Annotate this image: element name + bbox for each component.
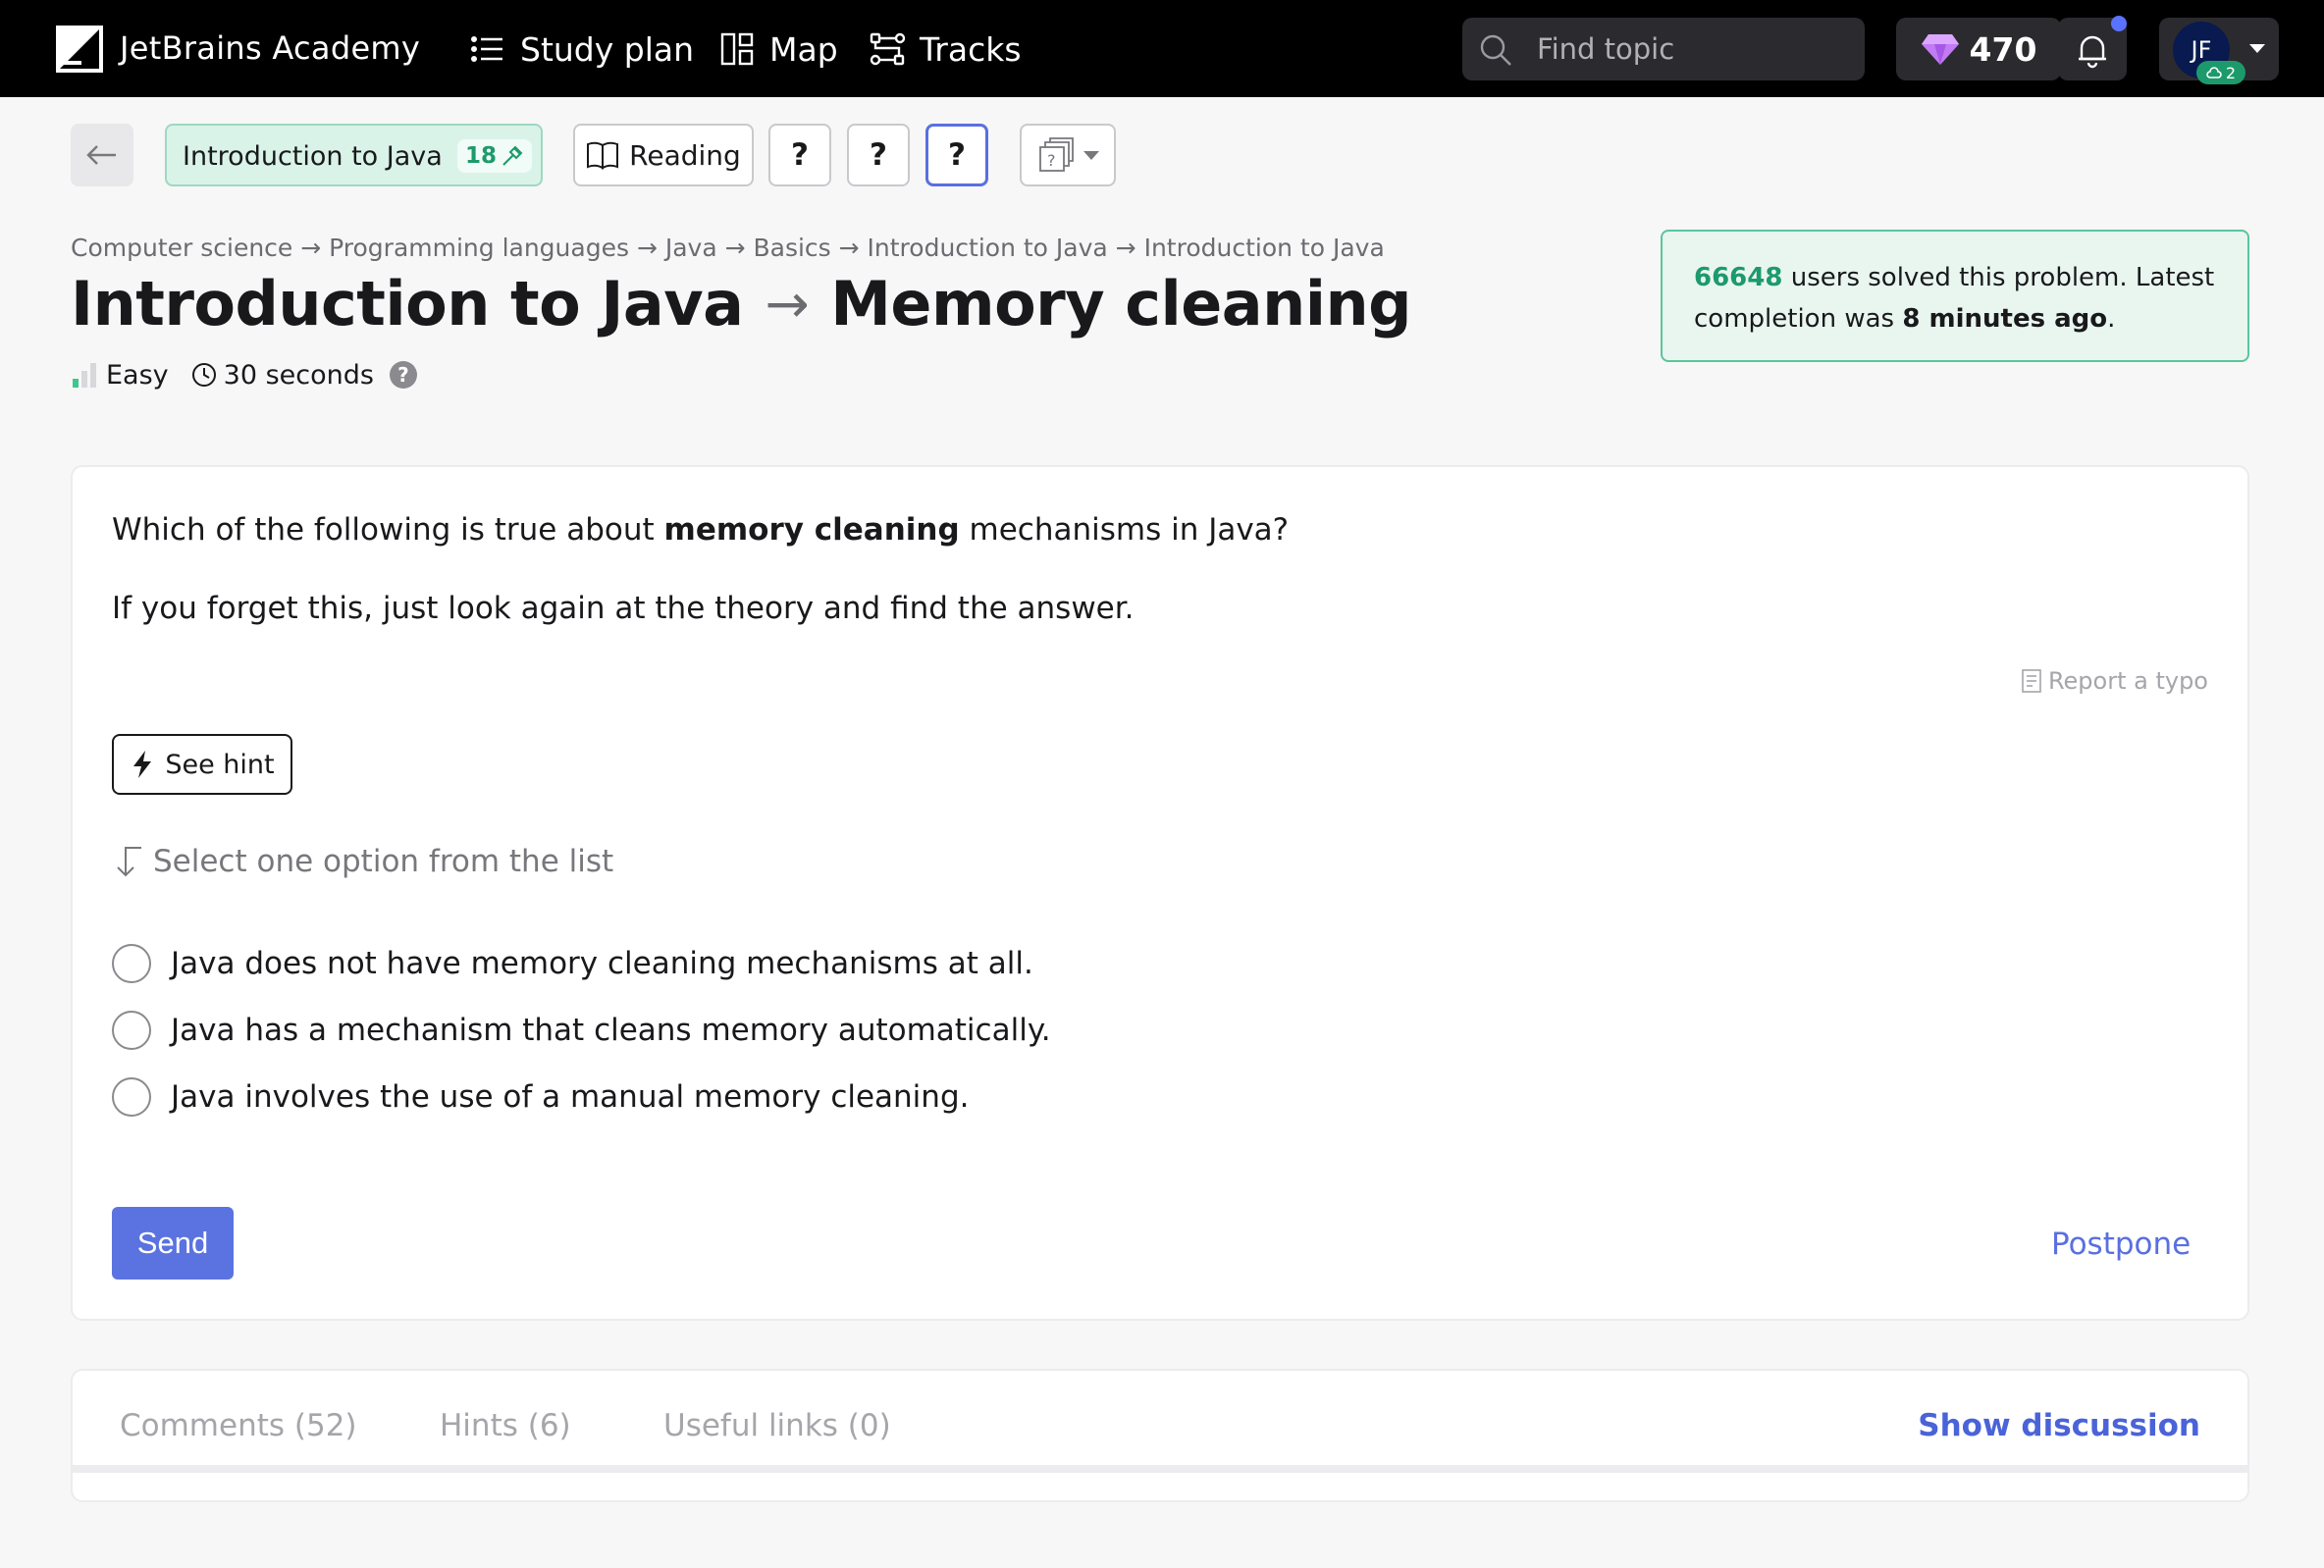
bell-icon — [2079, 35, 2106, 69]
jetbrains-logo-icon[interactable] — [56, 26, 103, 73]
report-typo-link[interactable]: Report a typo — [2021, 667, 2208, 695]
document-icon — [2022, 669, 2041, 693]
question-text: Which of the following is true about mem… — [112, 512, 1289, 548]
reading-button[interactable]: Reading — [573, 124, 754, 186]
back-button[interactable] — [71, 124, 133, 186]
book-icon — [587, 141, 619, 170]
top-navigation-bar: JetBrains Academy Study plan Map Tracks — [0, 0, 2324, 97]
radio-button[interactable] — [112, 1077, 151, 1117]
step-button-2[interactable]: ? — [847, 124, 910, 186]
breadcrumb[interactable]: Computer science → Programming languages… — [71, 234, 1385, 262]
nav-study-plan-label: Study plan — [520, 29, 695, 69]
tabs-divider — [73, 1465, 2247, 1473]
solved-count: 66648 — [1694, 263, 1783, 292]
nav-tracks[interactable]: Tracks — [869, 26, 1022, 73]
show-discussion-button[interactable]: Show discussion — [1918, 1408, 2200, 1443]
lightning-icon — [133, 751, 152, 778]
arrow-down-turn-icon — [117, 847, 141, 877]
discussion-panel: Comments (52) Hints (6) Useful links (0)… — [71, 1369, 2249, 1502]
stacked-questions-icon: ? — [1039, 137, 1074, 172]
latest-completion-time: 8 minutes ago — [1902, 304, 2108, 334]
answer-option[interactable]: Java has a mechanism that cleans memory … — [112, 1011, 1051, 1050]
answer-option-label: Java has a mechanism that cleans memory … — [171, 1013, 1051, 1048]
tab-useful-links[interactable]: Useful links (0) — [663, 1408, 891, 1443]
solved-text-end: . — [2107, 304, 2116, 334]
question-text-start: Which of the following is true about — [112, 512, 664, 548]
brand-name[interactable]: JetBrains Academy — [120, 29, 420, 67]
question-subtext: If you forget this, just look again at t… — [112, 591, 1135, 626]
tab-comments[interactable]: Comments (52) — [120, 1408, 357, 1443]
nav-map-label: Map — [769, 29, 838, 69]
gems-counter[interactable]: 470 — [1896, 18, 2061, 80]
notifications-button[interactable] — [2058, 16, 2127, 80]
postpone-link[interactable]: Postpone — [2051, 1227, 2191, 1262]
search-icon — [1480, 34, 1511, 66]
chevron-down-icon[interactable] — [2249, 44, 2265, 53]
solved-stats-box: 66648 users solved this problem. Latest … — [1661, 230, 2249, 362]
page-title-topic[interactable]: Introduction to Java — [71, 268, 744, 340]
answer-option[interactable]: Java involves the use of a manual memory… — [112, 1077, 969, 1117]
notification-dot — [2111, 16, 2127, 31]
difficulty-label: Easy — [106, 359, 169, 391]
tab-hints[interactable]: Hints (6) — [440, 1408, 571, 1443]
nav-map[interactable]: Map — [718, 26, 838, 73]
search-box[interactable] — [1462, 18, 1865, 80]
radio-button[interactable] — [112, 944, 151, 983]
more-steps-dropdown[interactable]: ? — [1020, 124, 1116, 186]
see-hint-button[interactable]: See hint — [112, 734, 292, 795]
problem-meta: Easy 30 seconds ? — [71, 357, 417, 392]
gem-icon — [1921, 34, 1959, 65]
answer-option-label: Java involves the use of a manual memory… — [171, 1079, 970, 1115]
list-icon — [471, 35, 502, 63]
topic-chip[interactable]: Introduction to Java 18 — [165, 124, 543, 186]
page-title: Introduction to Java → Memory cleaning — [71, 268, 1412, 340]
question-card: Which of the following is true about mem… — [71, 465, 2249, 1321]
page-title-problem: Memory cleaning — [830, 268, 1412, 340]
topic-chip-count: 18 — [457, 139, 532, 173]
title-arrow: → — [765, 273, 810, 335]
chevron-down-icon — [1083, 150, 1099, 160]
select-instruction-label: Select one option from the list — [153, 844, 614, 879]
step-button-3-current[interactable]: ? — [925, 124, 988, 186]
nav-tracks-label: Tracks — [920, 29, 1022, 69]
hammer-icon — [502, 145, 523, 166]
question-text-end: mechanisms in Java? — [959, 512, 1290, 548]
select-instruction: Select one option from the list — [112, 844, 613, 879]
arrow-left-icon — [86, 145, 116, 165]
clock-icon — [191, 363, 216, 387]
topic-chip-label: Introduction to Java — [183, 141, 443, 172]
question-text-bold: memory cleaning — [663, 512, 960, 548]
tracks-icon — [870, 32, 906, 66]
topic-count-value: 18 — [464, 143, 497, 169]
answer-option-label: Java does not have memory cleaning mecha… — [171, 946, 1033, 981]
step-button-1[interactable]: ? — [768, 124, 831, 186]
user-menu[interactable]: JF 2 — [2159, 18, 2279, 84]
duration-label: 30 seconds — [223, 359, 374, 391]
search-input[interactable] — [1537, 26, 1851, 73]
map-layout-icon — [720, 32, 754, 66]
see-hint-label: See hint — [165, 749, 275, 780]
user-level-badge: 2 — [2196, 61, 2245, 84]
difficulty-bars-icon — [73, 363, 96, 388]
user-level-count: 2 — [2225, 63, 2237, 82]
reading-label: Reading — [629, 138, 741, 172]
gems-count: 470 — [1969, 29, 2037, 69]
nav-study-plan[interactable]: Study plan — [469, 26, 694, 73]
svg-text:?: ? — [1047, 151, 1056, 170]
answer-option[interactable]: Java does not have memory cleaning mecha… — [112, 944, 1033, 983]
help-icon[interactable]: ? — [389, 361, 417, 389]
cloud-icon — [2206, 67, 2222, 78]
radio-button[interactable] — [112, 1011, 151, 1050]
send-button[interactable]: Send — [112, 1207, 234, 1280]
report-typo-label: Report a typo — [2047, 667, 2208, 695]
